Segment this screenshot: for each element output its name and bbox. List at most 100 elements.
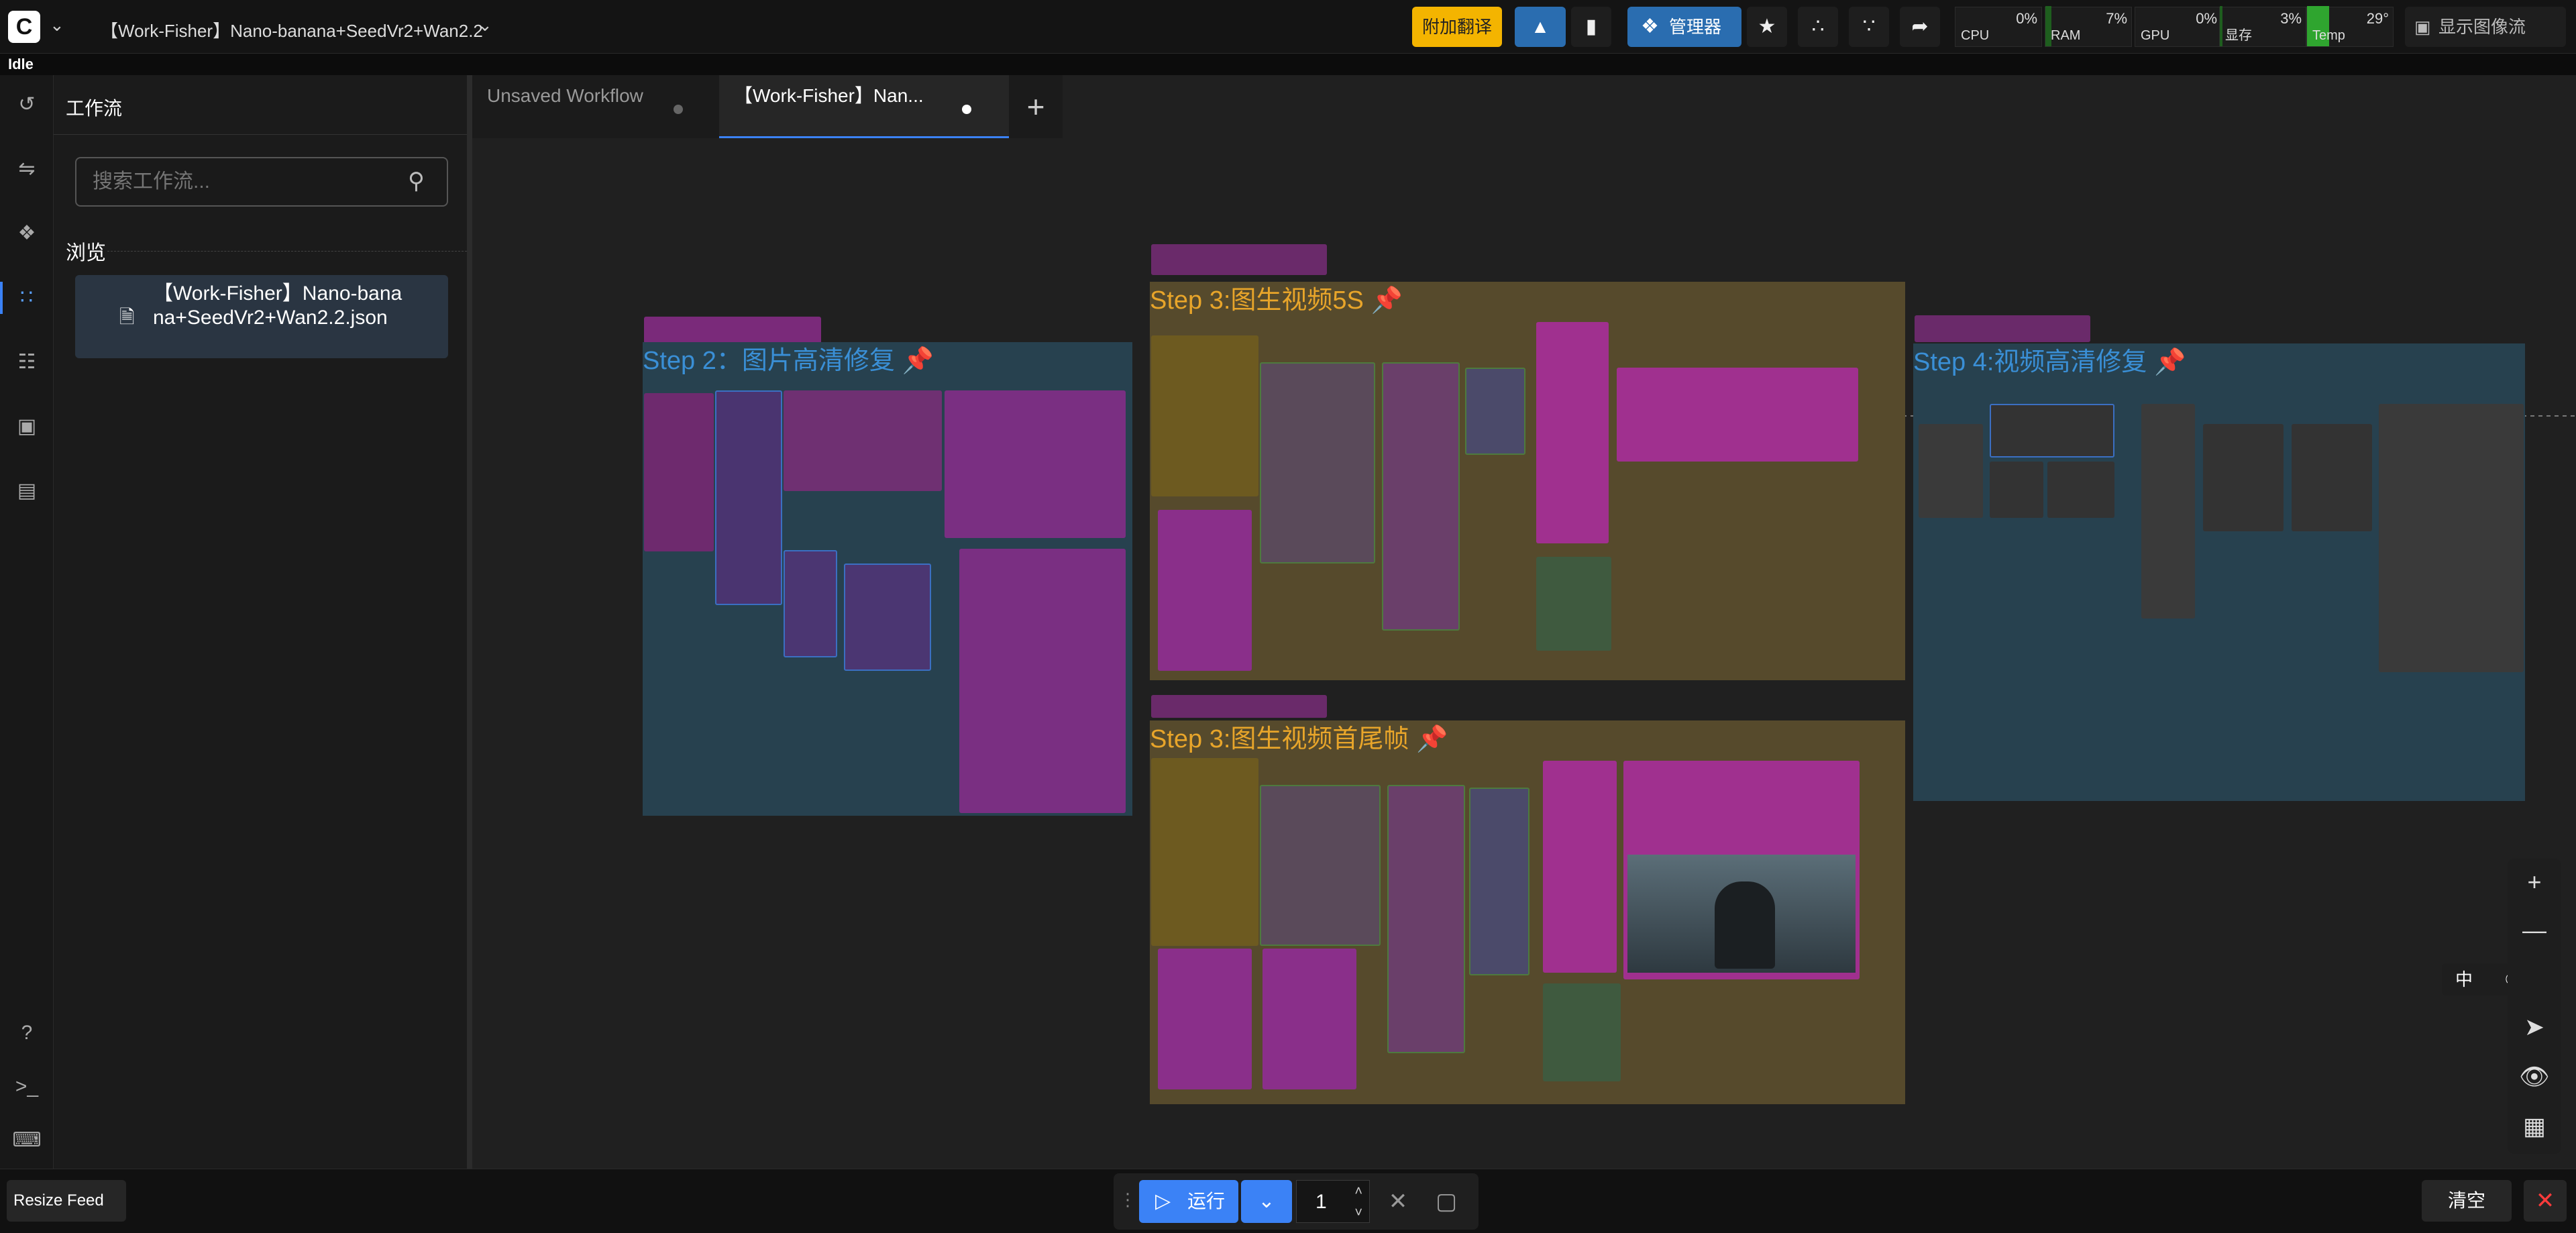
help-icon[interactable]: ? xyxy=(11,1017,43,1049)
node[interactable] xyxy=(2141,404,2195,619)
unsaved-dot-icon[interactable] xyxy=(962,105,971,114)
cpu-monitor: 0% CPU xyxy=(1955,7,2042,47)
drag-handle-icon[interactable]: ⋮ xyxy=(1119,1189,1136,1210)
translate-button[interactable]: 附加翻译 xyxy=(1412,7,1502,47)
image-node[interactable] xyxy=(644,393,714,551)
pin-icon[interactable]: 📌 xyxy=(902,347,933,375)
search-input[interactable] xyxy=(75,157,448,207)
show-image-flow-button[interactable]: ▣ 显示图像流 xyxy=(2405,7,2566,47)
tab-work-fisher[interactable]: 【Work-Fisher】Nan... xyxy=(719,75,1009,138)
node[interactable] xyxy=(1543,983,1621,1081)
node[interactable] xyxy=(1469,788,1529,975)
terminal-icon[interactable]: >_ xyxy=(11,1071,43,1103)
node[interactable] xyxy=(945,390,1126,538)
node[interactable] xyxy=(784,390,942,491)
bookmark-icon[interactable]: ▮ xyxy=(1571,7,1611,47)
comfyui-logo[interactable]: C xyxy=(8,11,40,43)
model-library-icon[interactable]: ☷ xyxy=(11,346,43,378)
node[interactable] xyxy=(1263,949,1356,1089)
node[interactable] xyxy=(784,550,837,657)
graph-canvas[interactable]: Step 2：图片高清修复 📌 Step 3:图生视频5S 📌 Step 3:图… xyxy=(472,138,2576,1169)
stop-icon[interactable]: ▢ xyxy=(1425,1180,1468,1223)
chevron-down-icon[interactable]: ⌄ xyxy=(478,15,492,36)
node[interactable] xyxy=(2292,424,2372,531)
chevron-down-icon[interactable]: ⌄ xyxy=(50,15,64,36)
bottom-bar: Resize Feed ⋮ ▷ 运行 ⌄ 1 ˄ ˅ ✕ ▢ 清空 ✕ xyxy=(0,1169,2576,1233)
node-header[interactable] xyxy=(1915,315,2090,342)
queue-count-input[interactable]: 1 ˄ ˅ xyxy=(1296,1180,1370,1223)
node[interactable] xyxy=(1151,758,1258,946)
node[interactable] xyxy=(1543,761,1617,973)
node[interactable] xyxy=(1260,785,1381,946)
group-step2[interactable]: Step 2：图片高清修复 📌 xyxy=(643,342,1132,816)
node-icon[interactable]: ∴ xyxy=(1798,7,1838,47)
node[interactable] xyxy=(1158,510,1252,671)
play-icon: ▷ xyxy=(1155,1190,1171,1212)
share-icon[interactable]: ➦ xyxy=(1900,7,1940,47)
node[interactable] xyxy=(1919,424,1983,518)
star-icon[interactable]: ★ xyxy=(1747,7,1787,47)
node[interactable] xyxy=(1151,335,1258,496)
cpu-value: 0% xyxy=(2016,10,2037,27)
node[interactable] xyxy=(2047,462,2114,518)
node[interactable] xyxy=(2379,404,2524,672)
stepper-icon[interactable]: ˄ ˅ xyxy=(1354,1181,1362,1224)
node-header[interactable] xyxy=(1151,695,1327,718)
node[interactable] xyxy=(1990,462,2043,518)
keyboard-icon[interactable]: ⌨ xyxy=(11,1124,43,1157)
group-step3-firstlast[interactable]: Step 3:图生视频首尾帧 📌 xyxy=(1150,720,1905,1104)
tab-unsaved-workflow[interactable]: Unsaved Workflow xyxy=(472,75,719,138)
node-library-icon[interactable]: ❖ xyxy=(11,217,43,250)
node[interactable] xyxy=(959,549,1126,813)
node[interactable] xyxy=(844,564,931,671)
preview-image-node[interactable] xyxy=(1623,761,1860,979)
divider xyxy=(54,134,467,135)
cancel-icon[interactable]: ✕ xyxy=(1377,1180,1419,1223)
image-gallery-icon[interactable]: ▣ xyxy=(11,411,43,443)
zoom-out-icon[interactable]: — xyxy=(2508,907,2561,954)
history-icon[interactable]: ↺ xyxy=(11,89,43,121)
unsaved-dot-icon[interactable] xyxy=(674,105,683,114)
workflow-title[interactable]: 【Work-Fisher】Nano-banana+SeedVr2+Wan2.2 xyxy=(101,17,483,42)
resize-feed-button[interactable]: Resize Feed xyxy=(7,1180,126,1222)
manager-button[interactable]: ❖ 管理器 xyxy=(1627,7,1741,47)
node[interactable] xyxy=(1990,404,2114,458)
node[interactable] xyxy=(1617,368,1858,462)
pin-icon[interactable]: 📌 xyxy=(1371,286,1402,315)
queue-icon[interactable]: ⇋ xyxy=(11,153,43,185)
close-icon[interactable]: ✕ xyxy=(2524,1180,2567,1222)
zoom-in-icon[interactable]: + xyxy=(2508,859,2561,906)
clear-button[interactable]: 清空 xyxy=(2422,1180,2512,1222)
workflow-icon[interactable]: ∷ xyxy=(0,282,54,314)
workflow-file-item[interactable]: 🗎 【Work-Fisher】Nano-banana+SeedVr2+Wan2.… xyxy=(75,275,448,358)
group-step3-5s[interactable]: Step 3:图生视频5S 📌 xyxy=(1150,282,1905,680)
node-header[interactable] xyxy=(644,317,821,343)
search-icon[interactable]: ⚲ xyxy=(408,168,425,195)
node[interactable] xyxy=(1536,557,1611,651)
run-options-chevron-icon[interactable]: ⌄ xyxy=(1241,1180,1292,1223)
node[interactable] xyxy=(1260,362,1375,564)
node[interactable] xyxy=(2203,424,2284,531)
run-button[interactable]: ▷ 运行 xyxy=(1139,1180,1238,1223)
node[interactable] xyxy=(1382,362,1460,631)
add-tab-button[interactable]: + xyxy=(1009,75,1063,138)
queue-count-value: 1 xyxy=(1316,1191,1327,1213)
run-toolbar: ⋮ ▷ 运行 ⌄ 1 ˄ ˅ ✕ ▢ xyxy=(1114,1173,1479,1230)
node-alt-icon[interactable]: ∵ xyxy=(1849,7,1889,47)
group-title: Step 3:图生视频首尾帧 📌 xyxy=(1150,720,1905,758)
node[interactable] xyxy=(1536,322,1609,543)
node[interactable] xyxy=(1158,949,1252,1089)
pin-icon[interactable]: 📌 xyxy=(2154,348,2186,376)
templates-icon[interactable]: ▤ xyxy=(11,475,43,507)
minimap-icon[interactable]: ▦ xyxy=(2508,1103,2561,1150)
fit-view-icon[interactable]: ➤ xyxy=(2508,1004,2561,1051)
group-step4[interactable]: Step 4:视频高清修复 📌 xyxy=(1913,343,2525,801)
node[interactable] xyxy=(1387,785,1465,1053)
node-header[interactable] xyxy=(1151,244,1327,275)
group-title-text: Step 3:图生视频首尾帧 xyxy=(1150,725,1409,753)
eye-icon[interactable]: 👁 xyxy=(2508,1053,2561,1100)
node[interactable] xyxy=(1465,368,1525,455)
node[interactable] xyxy=(715,390,782,605)
pin-icon[interactable]: 📌 xyxy=(1416,725,1448,753)
model-icon[interactable]: ▲ xyxy=(1515,7,1566,47)
